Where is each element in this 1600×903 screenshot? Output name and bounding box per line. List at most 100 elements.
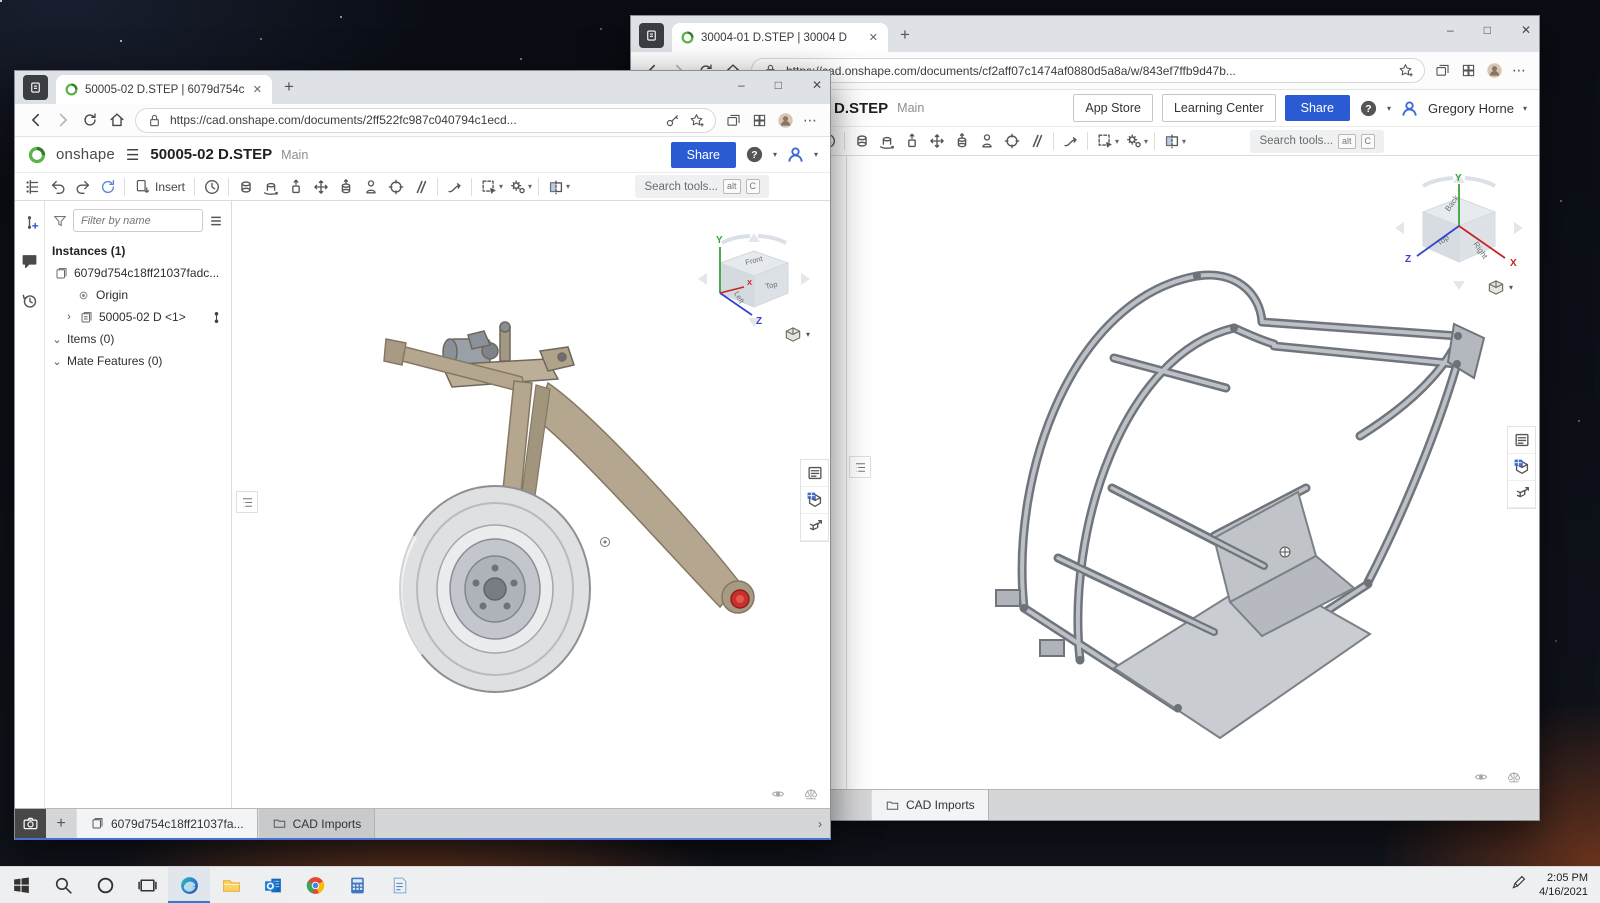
profile-avatar[interactable] — [777, 112, 794, 129]
chevron-down-icon[interactable]: ▾ — [566, 182, 570, 191]
collections-icon[interactable] — [725, 112, 742, 129]
extensions-icon[interactable] — [751, 112, 768, 129]
favorites-icon[interactable] — [1397, 62, 1414, 79]
tab-close-icon[interactable]: ✕ — [251, 83, 264, 96]
browser-tab[interactable]: 30004-01 D.STEP | 30004 D ✕ — [672, 23, 888, 52]
assembly-tree-icon[interactable] — [20, 175, 45, 198]
mate-revolute-icon[interactable] — [874, 130, 899, 153]
camera-view-icon[interactable] — [769, 786, 787, 802]
close-button[interactable]: ✕ — [812, 78, 822, 92]
app-store-button[interactable]: App Store — [1073, 94, 1153, 122]
collections-icon[interactable] — [1434, 62, 1451, 79]
comment-icon[interactable] — [17, 250, 42, 273]
menu-icon[interactable]: ☰ — [126, 146, 139, 164]
help-icon[interactable]: ? — [1359, 99, 1378, 118]
new-tab-button[interactable]: + — [284, 77, 294, 97]
more-icon[interactable]: ⋯ — [803, 112, 818, 129]
chevron-down-icon[interactable]: ▾ — [773, 150, 777, 159]
chevron-down-icon[interactable]: ▾ — [1115, 137, 1119, 146]
mate-planar-icon[interactable] — [308, 175, 333, 198]
tree-item-origin[interactable]: Origin — [52, 284, 224, 306]
mate-fastened-icon[interactable] — [233, 175, 258, 198]
view-options-cube-icon[interactable]: ▾ — [1486, 278, 1513, 297]
browser-tab[interactable]: 50005-02 D.STEP | 6079d754c18 ✕ — [56, 75, 272, 104]
select-group-icon[interactable] — [476, 175, 501, 198]
mate-parallel-icon[interactable] — [408, 175, 433, 198]
cortana-icon[interactable] — [84, 867, 126, 903]
camera-view-icon[interactable] — [1472, 769, 1490, 785]
mate-parallel-icon[interactable] — [1024, 130, 1049, 153]
feature-list-icon[interactable] — [801, 460, 828, 487]
history-icon[interactable] — [17, 289, 42, 312]
units-scale-icon[interactable] — [1505, 769, 1523, 785]
doc-tab-cad-imports[interactable]: CAD Imports — [258, 809, 376, 838]
chevron-down-icon[interactable]: ▾ — [1144, 137, 1148, 146]
url-field[interactable]: https://cad.onshape.com/documents/2ff522… — [135, 108, 716, 133]
refresh-icon[interactable] — [81, 111, 99, 129]
key-icon[interactable] — [664, 112, 681, 129]
chevron-down-icon[interactable]: ▾ — [814, 150, 818, 159]
mate-cylindrical-icon[interactable] — [333, 175, 358, 198]
user-avatar-icon[interactable] — [1400, 99, 1419, 118]
chevron-down-icon[interactable]: ▾ — [1523, 104, 1527, 113]
more-icon[interactable]: ⋯ — [1512, 62, 1527, 79]
appearance-icon[interactable] — [801, 487, 828, 514]
workspace-name[interactable]: Main — [897, 101, 924, 115]
tab-close-icon[interactable]: ✕ — [867, 31, 880, 44]
chevron-down-icon[interactable]: ▾ — [499, 182, 503, 191]
chevron-right-icon[interactable]: › — [64, 311, 74, 323]
mate-slider-icon[interactable] — [899, 130, 924, 153]
edge-icon[interactable] — [168, 867, 210, 903]
pen-icon[interactable] — [1510, 874, 1527, 896]
section-group-icon[interactable] — [1159, 130, 1184, 153]
search-tools[interactable]: Search tools... alt C — [635, 175, 769, 198]
tree-item-root[interactable]: 6079d754c18ff21037fadc... — [52, 262, 224, 284]
tools-group-icon[interactable] — [1121, 130, 1146, 153]
maximize-button[interactable]: □ — [775, 78, 782, 92]
feature-list-icon[interactable] — [1508, 427, 1535, 454]
tab-actions-icon[interactable] — [639, 23, 664, 48]
sync-icon[interactable] — [95, 175, 120, 198]
doc-tab-cad-imports[interactable]: CAD Imports — [871, 790, 989, 820]
model-viewport[interactable]: Front Left Top Y Z X ▾ — [232, 201, 830, 808]
help-icon[interactable]: ? — [745, 145, 764, 164]
chevron-down-icon[interactable]: ⌄ — [52, 355, 62, 368]
search-icon[interactable] — [42, 867, 84, 903]
mate-cylindrical-icon[interactable] — [949, 130, 974, 153]
mate-pin-slot-icon[interactable] — [974, 130, 999, 153]
share-button[interactable]: Share — [1285, 95, 1350, 121]
minimize-button[interactable]: – — [1447, 23, 1454, 37]
wheel-assembly-model[interactable] — [372, 321, 812, 721]
favorites-icon[interactable] — [688, 112, 705, 129]
mate-tangent-icon[interactable] — [442, 175, 467, 198]
maximize-button[interactable]: □ — [1484, 23, 1491, 37]
mate-revolute-icon[interactable] — [258, 175, 283, 198]
explode-icon[interactable] — [801, 514, 828, 541]
calculator-icon[interactable] — [336, 867, 378, 903]
view-options-cube-icon[interactable]: ▾ — [783, 325, 810, 344]
redo-icon[interactable] — [70, 175, 95, 198]
tree-item-mate-features[interactable]: ⌄ Mate Features (0) — [52, 350, 224, 372]
url-field[interactable]: https://cad.onshape.com/documents/cf2aff… — [751, 58, 1425, 83]
mate-pin-slot-icon[interactable] — [358, 175, 383, 198]
task-view-icon[interactable] — [126, 867, 168, 903]
insert-button[interactable]: Insert — [129, 178, 190, 195]
model-viewport[interactable]: Back Top Right Y Z X ▾ — [847, 156, 1539, 789]
workspace-name[interactable]: Main — [281, 148, 308, 162]
notepad-icon[interactable] — [378, 867, 420, 903]
section-group-icon[interactable] — [543, 175, 568, 198]
home-icon[interactable] — [108, 111, 126, 129]
user-name[interactable]: Gregory Horne — [1428, 101, 1514, 116]
tools-group-icon[interactable] — [505, 175, 530, 198]
new-tab-button[interactable]: + — [900, 25, 910, 45]
chrome-icon[interactable] — [294, 867, 336, 903]
chevron-down-icon[interactable]: ▾ — [528, 182, 532, 191]
tabs-overflow-icon[interactable]: › — [810, 809, 830, 838]
user-avatar-icon[interactable] — [786, 145, 805, 164]
mate-connector-icon[interactable] — [17, 211, 42, 234]
mate-tangent-icon[interactable] — [1058, 130, 1083, 153]
explode-icon[interactable] — [1508, 481, 1535, 508]
forward-icon[interactable] — [54, 111, 72, 129]
tree-item-items[interactable]: ⌄ Items (0) — [52, 328, 224, 350]
file-explorer-icon[interactable] — [210, 867, 252, 903]
